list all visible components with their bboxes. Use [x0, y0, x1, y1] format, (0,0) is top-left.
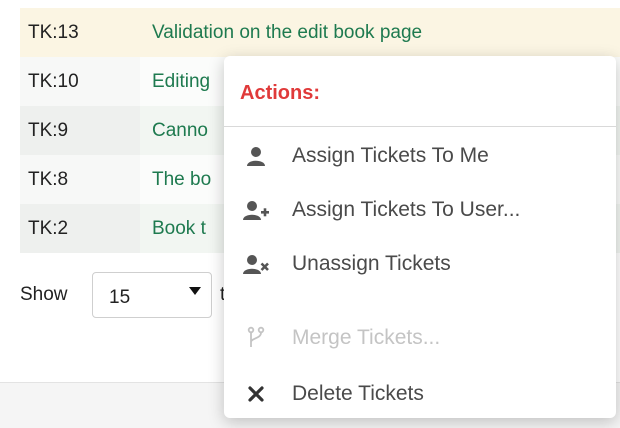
caret-down-icon — [189, 287, 201, 295]
page-size-select[interactable]: 15 — [92, 272, 212, 318]
user-plus-icon — [242, 196, 270, 224]
user-times-icon — [242, 250, 270, 278]
menu-divider — [224, 126, 616, 127]
ticket-id: TK:13 — [20, 8, 140, 57]
close-icon — [242, 380, 270, 408]
menu-item-label: Assign Tickets To User... — [292, 198, 521, 221]
ticket-id: TK:9 — [20, 106, 140, 155]
menu-item-label: Delete Tickets — [292, 382, 424, 405]
show-label: Show — [20, 284, 68, 305]
page-size-value: 15 — [109, 287, 131, 308]
merge-icon — [242, 324, 270, 352]
menu-item-label: Assign Tickets To Me — [292, 144, 489, 167]
unassign-tickets-item[interactable]: Unassign Tickets — [224, 242, 616, 286]
user-icon — [242, 142, 270, 170]
assign-to-user-item[interactable]: Assign Tickets To User... — [224, 188, 616, 232]
menu-item-label: Unassign Tickets — [292, 252, 451, 275]
ticket-id: TK:2 — [20, 204, 140, 253]
ticket-id: TK:10 — [20, 57, 140, 106]
ticket-title-link[interactable]: Validation on the edit book page — [140, 8, 620, 57]
delete-tickets-item[interactable]: Delete Tickets — [224, 372, 616, 416]
merge-tickets-item[interactable]: Merge Tickets... — [224, 316, 616, 360]
ticket-id: TK:8 — [20, 155, 140, 204]
actions-menu-header: Actions: — [240, 82, 320, 104]
menu-item-label: Merge Tickets... — [292, 326, 441, 349]
assign-to-me-item[interactable]: Assign Tickets To Me — [224, 134, 616, 178]
table-row[interactable]: TK:13 Validation on the edit book page — [20, 8, 620, 57]
actions-menu: Actions: Assign Tickets To Me Assign Tic… — [224, 56, 616, 418]
